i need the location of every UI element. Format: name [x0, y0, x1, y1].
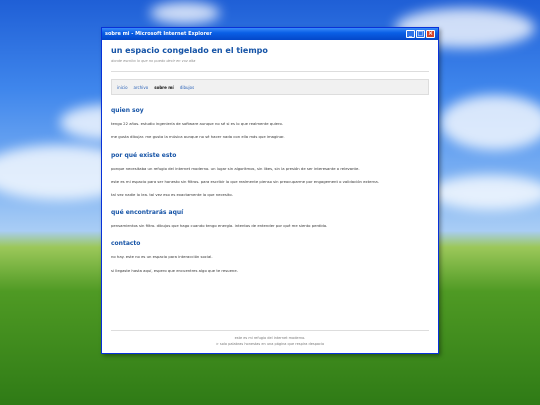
window-title: sobre mi - Microsoft Internet Explorer: [105, 31, 212, 37]
paragraph: tal vez nadie lo lea. tal vez eso es exa…: [111, 192, 233, 198]
page-content: un espacio congelado en el tiempo donde …: [102, 40, 438, 274]
cloud: [430, 175, 540, 210]
browser-window: sobre mi - Microsoft Internet Explorer _…: [101, 27, 439, 354]
cloud: [150, 2, 220, 24]
nav-bar: inicio archivo sobre mí dibujos: [111, 79, 429, 96]
section-contacto: contacto no hay. este no es un espacio p…: [111, 240, 429, 273]
page-footer: este es mi refugio del internet moderno.…: [111, 330, 429, 347]
paragraph: este es mi espacio para ser honesto sin …: [111, 178, 379, 184]
site-title: un espacio congelado en el tiempo: [111, 46, 268, 55]
paragraph: porque necesitaba un refugio del interne…: [111, 165, 360, 171]
title-bar[interactable]: sobre mi - Microsoft Internet Explorer _…: [102, 28, 438, 40]
nav-link-dibujos[interactable]: dibujos: [180, 85, 194, 90]
section-heading: qué encontrarás aquí: [111, 209, 184, 217]
paragraph: pensamientos sin filtro. dibujos que hag…: [111, 223, 328, 229]
section-que-encontraras: qué encontrarás aquí pensamientos sin fi…: [111, 209, 429, 229]
nav-link-sobre-mi[interactable]: sobre mí: [154, 85, 174, 90]
section-heading: contacto: [111, 240, 141, 248]
paragraph: si llegaste hasta aquí, espero que encue…: [111, 267, 238, 273]
paragraph: tengo 22 años. estudio ingeniería de sof…: [111, 121, 283, 127]
minimize-button[interactable]: _: [406, 30, 415, 38]
nav-link-inicio[interactable]: inicio: [117, 85, 128, 90]
section-quien-soy: quien soy tengo 22 años. estudio ingenie…: [111, 107, 429, 140]
nav-link-archivo[interactable]: archivo: [134, 85, 149, 90]
close-button[interactable]: ×: [426, 30, 435, 38]
section-por-que: por qué existe esto porque necesitaba un…: [111, 152, 429, 199]
paragraph: no hay. este no es un espacio para inter…: [111, 254, 213, 260]
window-controls: _ □ ×: [406, 30, 435, 38]
section-heading: quien soy: [111, 107, 144, 115]
footer-line: > solo palabras honestas en una página q…: [215, 342, 325, 346]
paragraph: me gusta dibujar. me gusta la música aun…: [111, 134, 285, 140]
cloud: [440, 95, 540, 150]
divider: [111, 71, 429, 73]
maximize-button[interactable]: □: [416, 30, 425, 38]
section-heading: por qué existe esto: [111, 151, 177, 159]
site-tagline: donde escribo lo que no puedo decir en v…: [111, 59, 196, 63]
